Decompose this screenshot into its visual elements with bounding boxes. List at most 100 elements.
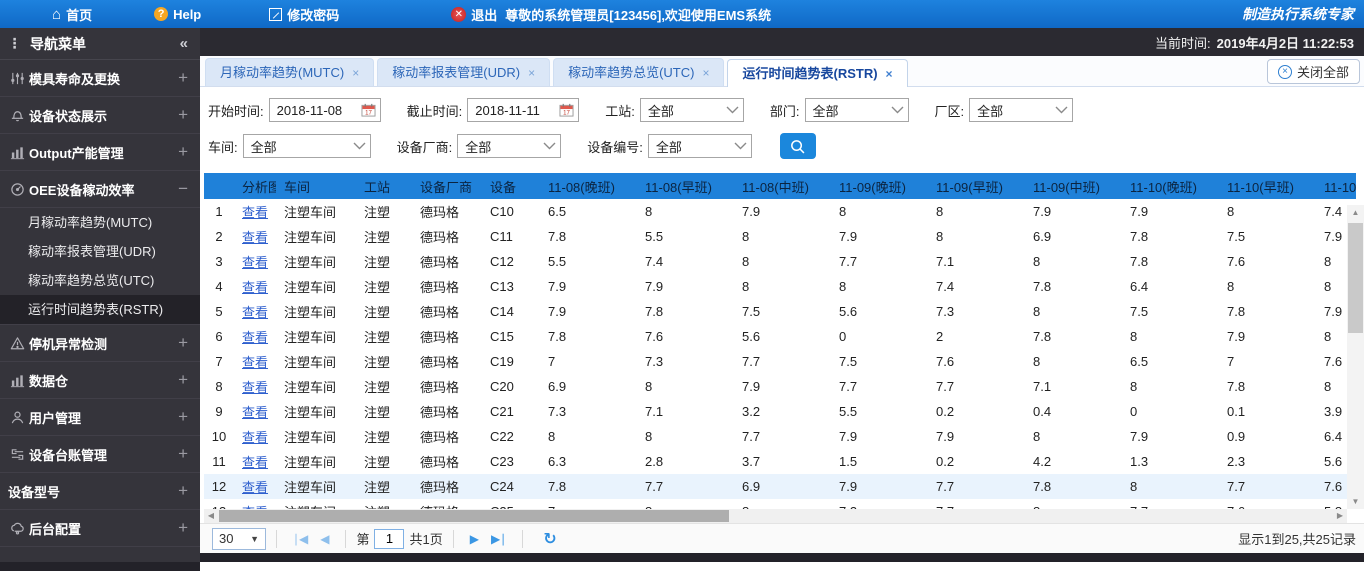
sidebar-item-user-mgmt[interactable]: 用户管理 + (0, 399, 200, 436)
tab-close-icon[interactable]: × (702, 66, 709, 80)
view-link[interactable]: 查看 (242, 330, 268, 345)
sidebar-item-output[interactable]: Output产能管理 + (0, 134, 200, 171)
horizontal-scroll-thumb[interactable] (219, 510, 729, 522)
table-row[interactable]: 11 查看 注塑车间 注塑 德玛格 C23 6.3 2.8 3.7 1.5 0.2 4.2 1.3 2.3… (204, 449, 1356, 474)
value-cell: 1.3 (1122, 449, 1219, 474)
table-row[interactable]: 12 查看 注塑车间 注塑 德玛格 C24 7.8 7.7 6.9 7.9 7.7 7.8 8 7.7 7.… (204, 474, 1356, 499)
submenu-item[interactable]: 稼动率趋势总览(UTC) (0, 266, 200, 295)
table-row[interactable]: 5 查看 注塑车间 注塑 德玛格 C14 7.9 7.8 7.5 5.6 7.3 8 7.5 7.8 7.9 (204, 299, 1356, 324)
expand-icon[interactable]: + (178, 481, 188, 501)
search-button[interactable] (779, 133, 816, 159)
refresh-icon[interactable]: ↻ (543, 529, 556, 549)
vertical-scroll-thumb[interactable] (1348, 223, 1363, 333)
scroll-down-icon[interactable]: ▼ (1347, 494, 1364, 509)
value-cell: 8 (637, 424, 734, 449)
table-row[interactable]: 8 查看 注塑车间 注塑 德玛格 C20 6.9 8 7.9 7.7 7.7 7.1 8 7.8 8 (204, 374, 1356, 399)
scroll-right-icon[interactable]: ▶ (1333, 509, 1347, 523)
dropdown-select[interactable]: 全部 (647, 134, 752, 158)
logout-button[interactable]: ✕ 退出 (451, 5, 497, 24)
sidebar-title: 导航菜单 (30, 35, 86, 52)
last-page-button[interactable]: ▶∣ (491, 532, 506, 546)
date-input[interactable]: 2018-11-11 17 (467, 98, 580, 122)
submenu-item[interactable]: 稼动率报表管理(UDR) (0, 237, 200, 266)
view-link[interactable]: 查看 (242, 255, 268, 270)
view-link[interactable]: 查看 (242, 230, 268, 245)
scroll-up-icon[interactable]: ▲ (1347, 205, 1364, 220)
dropdown-select[interactable]: 全部 (639, 98, 744, 122)
home-button[interactable]: ⌂ 首页 (52, 5, 92, 24)
date-input[interactable]: 2018-11-08 17 (268, 98, 381, 122)
vertical-scrollbar[interactable]: ▲ ▼ (1347, 205, 1364, 509)
table-row[interactable]: 3 查看 注塑车间 注塑 德玛格 C12 5.5 7.4 8 7.7 7.1 8 7.8 7.6 8 (204, 249, 1356, 274)
expand-icon[interactable]: + (178, 444, 188, 464)
vendor-cell: 德玛格 (412, 249, 482, 274)
dropdown-select[interactable]: 全部 (804, 98, 909, 122)
horizontal-scrollbar[interactable]: ◀ ▶ (204, 509, 1347, 523)
value-cell: 6.5 (540, 199, 637, 224)
value-cell: 7.9 (831, 474, 928, 499)
dropdown-select[interactable]: 全部 (457, 134, 562, 158)
scroll-left-icon[interactable]: ◀ (204, 509, 218, 523)
table-row[interactable]: 7 查看 注塑车间 注塑 德玛格 C19 7 7.3 7.7 7.5 7.6 8 6.5 7 7.6 (204, 349, 1356, 374)
tab-inactive[interactable]: 稼动率报表管理(UDR) × (377, 58, 551, 86)
expand-icon[interactable]: + (178, 333, 188, 353)
sidebar-item-backend-config[interactable]: 后台配置 + (0, 510, 200, 547)
next-page-button[interactable]: ▶ (470, 532, 479, 546)
sidebar-item-device-status[interactable]: 设备状态展示 + (0, 97, 200, 134)
view-link[interactable]: 查看 (242, 430, 268, 445)
expand-icon[interactable]: + (178, 68, 188, 88)
expand-icon[interactable]: + (178, 142, 188, 162)
expand-icon[interactable]: + (178, 370, 188, 390)
filter-label: 车间: (208, 139, 238, 155)
view-link[interactable]: 查看 (242, 355, 268, 370)
value-cell: 7.8 (1025, 474, 1122, 499)
table-row[interactable]: 6 查看 注塑车间 注塑 德玛格 C15 7.8 7.6 5.6 0 2 7.8 8 7.9 8 (204, 324, 1356, 349)
submenu-item[interactable]: 月稼动率趋势(MUTC) (0, 208, 200, 237)
change-password-button[interactable]: 修改密码 (269, 5, 339, 24)
table-row[interactable]: 4 查看 注塑车间 注塑 德玛格 C13 7.9 7.9 8 8 7.4 7.8 6.4 8 8 (204, 274, 1356, 299)
expand-icon[interactable]: + (178, 105, 188, 125)
first-page-button[interactable]: ∣◀ (293, 532, 308, 546)
table-row[interactable]: 9 查看 注塑车间 注塑 德玛格 C21 7.3 7.1 3.2 5.5 0.2 0.4 0 0.1 3.9 (204, 399, 1356, 424)
value-cell: 2.3 (1219, 449, 1316, 474)
prev-page-button[interactable]: ◀ (320, 532, 329, 546)
dropdown-select[interactable]: 全部 (969, 98, 1074, 122)
tab-close-icon[interactable]: × (886, 67, 893, 81)
page-number-input[interactable] (374, 528, 405, 549)
view-link[interactable]: 查看 (242, 480, 268, 495)
view-link[interactable]: 查看 (242, 280, 268, 295)
tab-close-icon[interactable]: × (352, 66, 359, 80)
sidebar-item-mold-life[interactable]: 模具寿命及更换 + (0, 60, 200, 97)
view-link[interactable]: 查看 (242, 405, 268, 420)
view-link[interactable]: 查看 (242, 205, 268, 220)
tab-bar: 月稼动率趋势(MUTC) × 稼动率报表管理(UDR) × 稼动率趋势总览(UTC) × 运… (200, 56, 1364, 87)
view-link[interactable]: 查看 (242, 455, 268, 470)
dropdown-select[interactable]: 全部 (242, 134, 371, 158)
table-row[interactable]: 1 查看 注塑车间 注塑 德玛格 C10 6.5 8 7.9 8 8 7.9 7.9 8 7.4 (204, 199, 1356, 224)
value-cell: 0.1 (1219, 399, 1316, 424)
table-row[interactable]: 10 查看 注塑车间 注塑 德玛格 C22 8 8 7.7 7.9 7.9 8 7.9 0.9 6.4 (204, 424, 1356, 449)
sidebar-item-device-model[interactable]: 设备型号 + (0, 473, 200, 510)
collapse-icon[interactable]: − (178, 179, 188, 199)
value-cell: 7.5 (831, 349, 928, 374)
view-link[interactable]: 查看 (242, 305, 268, 320)
collapse-sidebar-icon[interactable]: « (180, 35, 188, 52)
page-size-select[interactable]: 30 ▼ (212, 527, 266, 550)
expand-icon[interactable]: + (178, 518, 188, 538)
view-link[interactable]: 查看 (242, 380, 268, 395)
tab-active[interactable]: 运行时间趋势表(RSTR) × (727, 59, 908, 87)
close-all-tabs-button[interactable]: × 关闭全部 (1266, 59, 1360, 84)
submenu-item[interactable]: 运行时间趋势表(RSTR) (0, 295, 200, 324)
sidebar-item-oee[interactable]: OEE设备稼动效率 − (0, 171, 200, 208)
sidebar-item-data-warehouse[interactable]: 数据仓 + (0, 362, 200, 399)
tab-close-icon[interactable]: × (528, 66, 535, 80)
row-number: 8 (204, 374, 234, 399)
expand-icon[interactable]: + (178, 407, 188, 427)
tab-inactive[interactable]: 月稼动率趋势(MUTC) × (205, 58, 375, 86)
station-cell: 注塑 (356, 349, 412, 374)
help-button[interactable]: ? Help (154, 7, 201, 22)
tab-inactive[interactable]: 稼动率趋势总览(UTC) × (553, 58, 725, 86)
sidebar-item-device-ledger[interactable]: 设备台账管理 + (0, 436, 200, 473)
sidebar-item-downtime[interactable]: 停机异常检测 + (0, 325, 200, 362)
table-row[interactable]: 2 查看 注塑车间 注塑 德玛格 C11 7.8 5.5 8 7.9 8 6.9 7.8 7.5 7.9 (204, 224, 1356, 249)
